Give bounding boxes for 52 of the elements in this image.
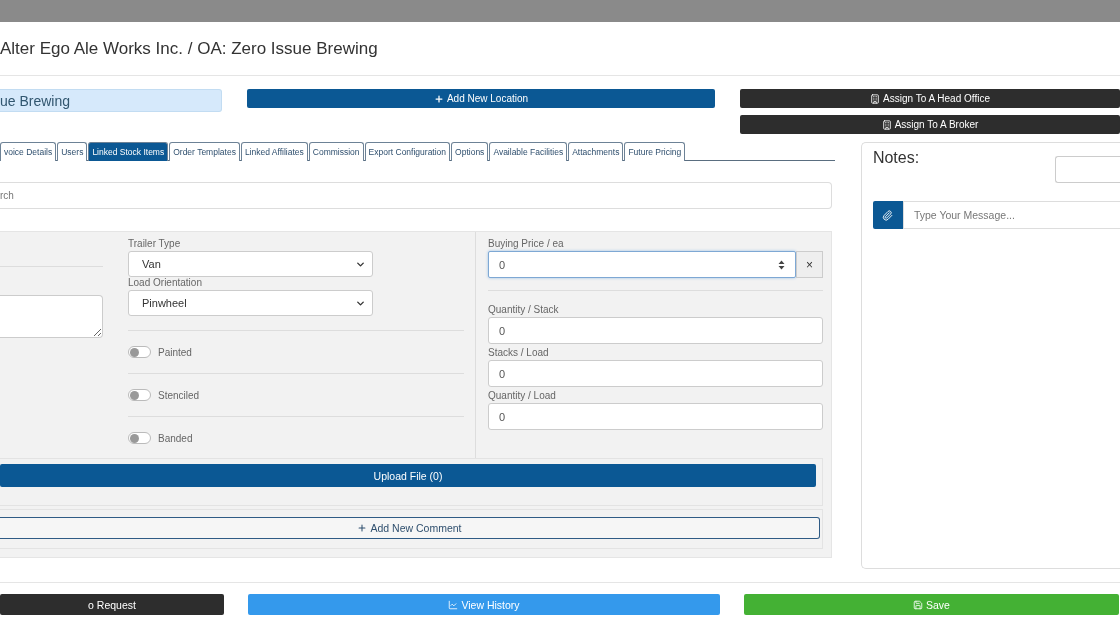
tab[interactable]: Available Facilities: [489, 142, 568, 161]
upload-button[interactable]: Upload File (0): [0, 464, 816, 487]
tab[interactable]: Linked Affiliates: [240, 142, 308, 161]
tab[interactable]: Options: [451, 142, 489, 161]
building-icon: [870, 93, 881, 104]
window-title: Alter Ego Ale Works Inc. / OA: Zero Issue Brewing: [0, 38, 378, 59]
search-field[interactable]: rch: [0, 182, 832, 209]
line-chart-icon: [448, 599, 459, 610]
select-field[interactable]: Pinwheel: [128, 290, 373, 316]
tab[interactable]: Users: [57, 142, 88, 161]
select-field[interactable]: Van: [128, 251, 373, 277]
field-label: Trailer Type: [128, 238, 182, 251]
tab[interactable]: Commission: [308, 142, 364, 161]
spinner-icon[interactable]: [778, 259, 785, 270]
tab[interactable]: Future Pricing: [624, 142, 686, 161]
price-input[interactable]: 0: [488, 251, 796, 278]
clear-button[interactable]: ×: [796, 251, 823, 278]
building-icon: [881, 119, 892, 130]
customer-field[interactable]: ue Brewing: [0, 89, 222, 112]
number-field[interactable]: 0: [488, 360, 823, 387]
tab[interactable]: Attachments: [568, 142, 624, 161]
toggle-switch[interactable]: [128, 389, 151, 401]
field-label: Load Orientation: [128, 277, 203, 290]
tab[interactable]: Order Templates: [169, 142, 240, 161]
field-label: Buying Price / ea: [488, 238, 565, 251]
paperclip-icon: [882, 209, 894, 221]
field-label: Stacks / Load: [488, 347, 550, 360]
toggle-label: Painted: [158, 346, 192, 358]
footer-button[interactable]: o Request: [0, 594, 224, 615]
tab[interactable]: Linked Stock Items: [88, 142, 169, 161]
toggle-switch[interactable]: [128, 432, 151, 444]
notes-input[interactable]: [1055, 156, 1120, 183]
toggle-label: Stenciled: [158, 389, 200, 401]
plus-icon: [433, 93, 444, 104]
field-label: Quantity / Stack: [488, 304, 560, 317]
assign-button[interactable]: Assign To A Broker: [740, 115, 1120, 134]
notes-title: Notes:: [872, 149, 920, 168]
number-field[interactable]: 0: [488, 403, 823, 430]
field-label: Quantity / Load: [488, 390, 557, 403]
assign-button[interactable]: Assign To A Head Office: [740, 89, 1120, 108]
text-area[interactable]: [0, 295, 103, 338]
tab[interactable]: voice Details: [0, 142, 57, 161]
plus-icon: [357, 523, 368, 533]
toggle-label: Banded: [158, 432, 193, 444]
add-location-button[interactable]: Add New Location: [247, 89, 715, 108]
tab[interactable]: Export Configuration: [364, 142, 451, 161]
toggle-switch[interactable]: [128, 346, 151, 358]
add-comment-button[interactable]: Add New Comment: [0, 517, 820, 539]
number-field[interactable]: 0: [488, 317, 823, 344]
attach-button[interactable]: [872, 201, 903, 229]
save-icon: [913, 599, 924, 610]
message-field[interactable]: Type Your Message...: [902, 201, 1120, 229]
